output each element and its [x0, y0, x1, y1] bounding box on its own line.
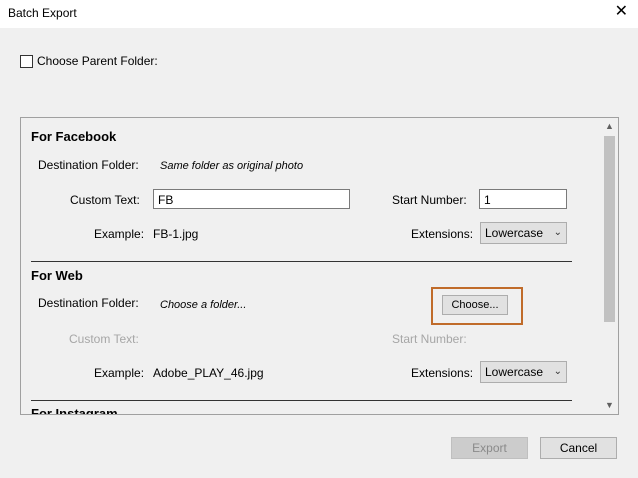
parent-folder-label: Choose Parent Folder:: [37, 54, 158, 68]
choose-parent-folder-row[interactable]: Choose Parent Folder:: [20, 54, 158, 68]
export-presets-panel: For Facebook Destination Folder: Same fo…: [20, 117, 619, 415]
facebook-extensions-label: Extensions:: [411, 227, 473, 241]
scroll-down-icon[interactable]: ▼: [601, 397, 618, 414]
presets-content: For Facebook Destination Folder: Same fo…: [21, 118, 601, 414]
instagram-section-title: For Instagram: [31, 406, 118, 415]
web-extensions-label: Extensions:: [411, 366, 473, 380]
facebook-custom-text-label: Custom Text:: [70, 193, 140, 207]
choose-folder-button[interactable]: Choose...: [442, 295, 508, 315]
parent-folder-checkbox[interactable]: [20, 55, 33, 68]
section-divider: [31, 261, 572, 262]
close-icon[interactable]: ✕: [615, 3, 628, 21]
section-divider: [31, 400, 572, 401]
export-button[interactable]: Export: [451, 437, 528, 459]
web-extensions-select[interactable]: Lowercase ⌄: [480, 361, 567, 383]
facebook-example-label: Example:: [94, 227, 144, 241]
facebook-dest-value: Same folder as original photo: [160, 160, 303, 172]
chevron-down-icon: ⌄: [554, 362, 562, 382]
facebook-extensions-select[interactable]: Lowercase ⌄: [480, 222, 567, 244]
window-title: Batch Export: [8, 6, 77, 20]
web-section-title: For Web: [31, 268, 83, 283]
web-dest-value: Choose a folder...: [160, 299, 246, 311]
facebook-start-number-input[interactable]: 1: [479, 189, 567, 209]
facebook-custom-text-input[interactable]: FB: [153, 189, 350, 209]
facebook-section-title: For Facebook: [31, 129, 116, 144]
web-example-value: Adobe_PLAY_46.jpg: [153, 366, 264, 380]
web-dest-label: Destination Folder:: [38, 296, 139, 310]
web-extensions-value: Lowercase: [485, 365, 543, 379]
facebook-start-number-label: Start Number:: [392, 193, 467, 207]
title-bar: Batch Export ✕: [0, 0, 638, 28]
web-start-number-label: Start Number:: [392, 332, 467, 346]
facebook-extensions-value: Lowercase: [485, 226, 543, 240]
facebook-dest-label: Destination Folder:: [38, 158, 139, 172]
scrollbar-thumb[interactable]: [604, 136, 615, 322]
cancel-button[interactable]: Cancel: [540, 437, 617, 459]
vertical-scrollbar[interactable]: ▲ ▼: [601, 118, 618, 414]
scroll-up-icon[interactable]: ▲: [601, 118, 618, 135]
web-custom-text-label: Custom Text:: [69, 332, 139, 346]
chevron-down-icon: ⌄: [554, 223, 562, 243]
web-example-label: Example:: [94, 366, 144, 380]
facebook-example-value: FB-1.jpg: [153, 227, 198, 241]
